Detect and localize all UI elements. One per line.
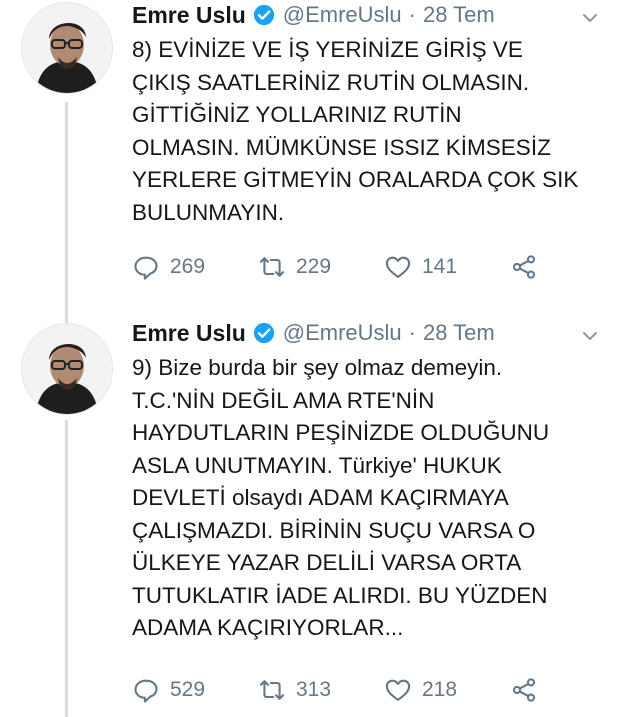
tweet-date[interactable]: 28 Tem [423, 2, 495, 28]
share-icon [512, 255, 536, 279]
avatar-image [22, 3, 112, 93]
thread-connector [65, 420, 68, 717]
author-name[interactable]: Emre Uslu [132, 320, 246, 347]
separator-dot: · [408, 320, 416, 345]
reply-count: 529 [170, 678, 206, 701]
author-handle[interactable]: @EmreUslu [283, 320, 402, 346]
tweet-header: Emre Uslu @EmreUslu · 28 Tem [132, 318, 495, 348]
author-name[interactable]: Emre Uslu [132, 2, 246, 29]
retweet-icon [259, 257, 285, 277]
like-count: 141 [422, 255, 458, 278]
like-button[interactable]: 141 [384, 253, 510, 281]
tweet-header: Emre Uslu @EmreUslu · 28 Tem [132, 0, 495, 30]
thread-connector [65, 102, 68, 324]
chevron-down-icon[interactable] [580, 326, 600, 346]
avatar[interactable] [21, 2, 113, 94]
like-count: 218 [422, 678, 458, 701]
chevron-down-icon[interactable] [580, 8, 600, 28]
heart-icon [385, 679, 411, 701]
reply-count: 269 [170, 255, 206, 278]
avatar-image [22, 324, 112, 414]
author-handle[interactable]: @EmreUslu [283, 2, 402, 28]
action-bar: 529 313 218 [132, 673, 620, 707]
reply-icon [134, 679, 158, 703]
reply-button[interactable]: 269 [132, 253, 258, 281]
reply-icon [134, 256, 158, 280]
separator-dot: · [408, 2, 416, 27]
heart-icon [385, 256, 411, 278]
action-bar: 269 229 141 [132, 250, 620, 284]
retweet-button[interactable]: 313 [258, 676, 384, 704]
share-button[interactable] [510, 253, 620, 281]
share-button[interactable] [510, 676, 620, 704]
reply-button[interactable]: 529 [132, 676, 258, 704]
retweet-count: 313 [296, 678, 332, 701]
retweet-count: 229 [296, 255, 332, 278]
tweet-text: 8) EVİNİZE VE İŞ YERİNİZE GİRİŞ VE ÇIKIŞ… [132, 37, 579, 225]
retweet-icon [259, 680, 285, 700]
tweet-text: 9) Bize burda bir şey olmaz demeyin. T.C… [132, 355, 550, 640]
retweet-button[interactable]: 229 [258, 253, 384, 281]
verified-badge-icon [253, 322, 274, 344]
verified-badge-icon [253, 4, 274, 26]
share-icon [512, 678, 536, 702]
tweet-date[interactable]: 28 Tem [423, 320, 495, 346]
avatar[interactable] [21, 323, 113, 415]
like-button[interactable]: 218 [384, 676, 510, 704]
